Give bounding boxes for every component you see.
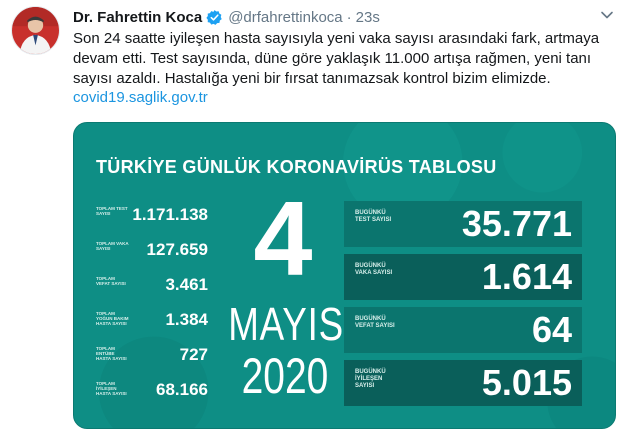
tweet-link[interactable]: covid19.saglik.gov.tr	[73, 89, 208, 106]
media-image-card[interactable]: TÜRKİYE GÜNLÜK KORONAVİRÜS TABLOSU TOPLA…	[73, 122, 616, 429]
total-stat-label: TOPLAM VEFAT SAYISI	[96, 276, 126, 286]
total-stat-row: TOPLAM VAKA SAYISI 127.659	[96, 240, 216, 275]
total-stat-row: TOPLAM VEFAT SAYISI 3.461	[96, 275, 216, 310]
daily-stats: BUGÜNKÜ TEST SAYISI 35.771 BUGÜNKÜ VAKA …	[344, 201, 582, 413]
display-name[interactable]: Dr. Fahrettin Koca	[73, 9, 202, 26]
daily-stat-label: BUGÜNKÜ VAKA SAYISI	[355, 263, 393, 276]
avatar[interactable]	[11, 6, 60, 55]
user-handle[interactable]: @drfahrettinkoca	[228, 9, 342, 26]
daily-stat-box: BUGÜNKÜ TEST SAYISI 35.771	[344, 201, 582, 247]
daily-stat-box: BUGÜNKÜ VEFAT SAYISI 64	[344, 307, 582, 353]
daily-stat-label: BUGÜNKÜ TEST SAYISI	[355, 210, 392, 223]
tweet[interactable]: Dr. Fahrettin Koca @drfahrettinkoca · 23…	[0, 0, 622, 435]
daily-stat-box: BUGÜNKÜ VAKA SAYISI 1.614	[344, 254, 582, 300]
tweet-text-line: sayısı azaldı. Hastalığa yeni bir fırsat…	[73, 70, 551, 87]
chevron-down-icon[interactable]	[600, 8, 614, 22]
total-stat-row: TOPLAM İYİLEŞEN HASTA SAYISI 68.166	[96, 380, 216, 415]
tweet-text-line: devam etti. Test sayısında, düne göre ya…	[73, 50, 592, 67]
tweet-timestamp[interactable]: 23s	[356, 9, 380, 26]
daily-stat-box: BUGÜNKÜ İYİLEŞEN SAYISI 5.015	[344, 360, 582, 406]
tweet-header: Dr. Fahrettin Koca @drfahrettinkoca · 23…	[73, 7, 380, 27]
total-stat-value: 127.659	[146, 240, 208, 259]
verified-badge-icon	[206, 9, 223, 26]
card-title: TÜRKİYE GÜNLÜK KORONAVİRÜS TABLOSU	[96, 157, 497, 177]
total-stat-value: 68.166	[156, 380, 208, 399]
date-year: 2020	[241, 348, 329, 404]
daily-stat-value: 1.614	[481, 256, 572, 297]
daily-stat-value: 64	[531, 309, 572, 350]
total-stat-value: 1.384	[165, 310, 208, 329]
daily-stat-label: BUGÜNKÜ VEFAT SAYISI	[355, 316, 395, 329]
total-stat-value: 3.461	[165, 275, 208, 294]
total-stat-row: TOPLAM ENTÜBE HASTA SAYISI 727	[96, 345, 216, 380]
daily-stat-value: 5.015	[481, 362, 572, 403]
tweet-text-line: Son 24 saatte iyileşen hasta sayısıyla y…	[73, 30, 600, 47]
total-stat-label: TOPLAM VAKA SAYISI	[96, 241, 129, 251]
daily-stat-label: BUGÜNKÜ İYİLEŞEN SAYISI	[355, 369, 386, 389]
date-month: MAYIS	[228, 298, 344, 350]
total-stat-row: TOPLAM TEST SAYISI 1.171.138	[96, 205, 216, 240]
total-stat-label: TOPLAM İYİLEŞEN HASTA SAYISI	[96, 381, 127, 396]
total-stat-value: 727	[179, 345, 208, 364]
date-day: 4	[253, 180, 313, 298]
total-stat-label: TOPLAM TEST SAYISI	[96, 206, 128, 216]
total-stat-row: TOPLAM YOĞUN BAKIM HASTA SAYISI 1.384	[96, 310, 216, 345]
separator-dot: ·	[346, 8, 352, 26]
total-stat-value: 1.171.138	[132, 205, 208, 224]
total-stats: TOPLAM TEST SAYISI 1.171.138 TOPLAM VAKA…	[96, 205, 216, 415]
total-stat-label: TOPLAM ENTÜBE HASTA SAYISI	[96, 346, 127, 361]
total-stat-label: TOPLAM YOĞUN BAKIM HASTA SAYISI	[96, 311, 129, 326]
daily-stat-value: 35.771	[461, 203, 572, 244]
tweet-text: Son 24 saatte iyileşen hasta sayısıyla y…	[73, 29, 613, 89]
